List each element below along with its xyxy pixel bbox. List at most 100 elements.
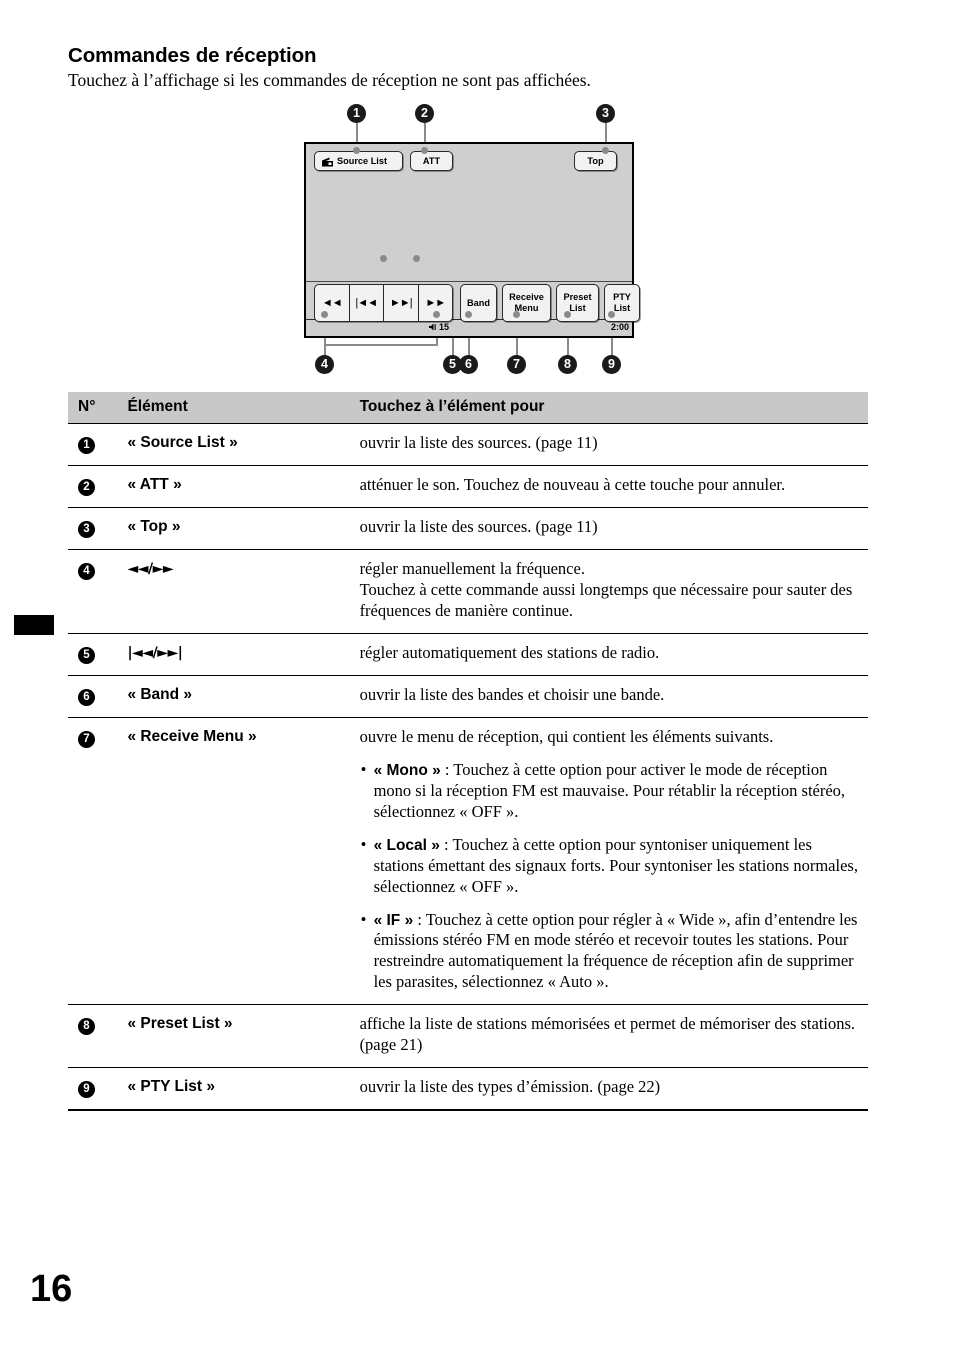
next-station-button[interactable]: ►►| bbox=[383, 285, 418, 321]
action-line: régler automatiquement des stations de r… bbox=[359, 642, 660, 662]
preset-list-label-line1: Preset bbox=[563, 292, 592, 302]
att-button[interactable]: ATT bbox=[410, 151, 453, 171]
page-number: 16 bbox=[30, 1268, 73, 1310]
row-action-cell: ouvrir la liste des sources. (page 11) bbox=[360, 424, 868, 466]
receive-controls-diagram: 1 2 3 Source List ATT Top ◄◄ |◄◄ ►►| ►► … bbox=[296, 104, 641, 382]
source-list-button[interactable]: Source List bbox=[314, 151, 403, 171]
row-number-badge: 8 bbox=[78, 1018, 95, 1036]
speaker-icon bbox=[429, 323, 436, 331]
row-action-cell: ouvrir la liste des sources. (page 11) bbox=[360, 508, 868, 550]
row-number-badge: 2 bbox=[78, 479, 95, 496]
volume-indicator: 15 bbox=[428, 322, 449, 332]
action-line: ouvre le menu de réception, qui contient… bbox=[359, 726, 774, 746]
callout-3: 3 bbox=[596, 104, 615, 123]
leader-dot-5b bbox=[412, 255, 420, 262]
row-action-cell: ouvrir la liste des types d’émission. (p… bbox=[360, 1068, 868, 1110]
action-line: Touchez à cette commande aussi longtemps… bbox=[359, 579, 853, 620]
action-bullet-item: « Mono » : Touchez à cette option pour a… bbox=[360, 760, 864, 823]
leader-dot-4a bbox=[321, 311, 328, 318]
table-row: 2 « ATT » atténuer le son. Touchez de nouv… bbox=[68, 465, 868, 508]
row-number-badge: 4 bbox=[78, 563, 95, 580]
display-divider bbox=[306, 281, 632, 282]
table-row: 1 « Source List » ouvrir la liste des sour… bbox=[68, 423, 868, 466]
clock-display: 2:00 bbox=[610, 322, 629, 332]
previous-station-button[interactable]: |◄◄ bbox=[348, 285, 384, 321]
pty-list-label-line2: List bbox=[613, 303, 631, 313]
rewind-button[interactable]: ◄◄ bbox=[315, 285, 349, 321]
leader-dot-9 bbox=[608, 311, 615, 318]
row-action-cell: ouvre le menu de réception, qui contient… bbox=[360, 717, 868, 1004]
page-subtitle: Touchez à l’affichage si les commandes d… bbox=[68, 70, 591, 90]
table-row: 5 |◄◄/►►| régler automatiquement des stati… bbox=[68, 633, 868, 675]
row-number-cell: 5 bbox=[68, 633, 127, 675]
row-number-badge: 6 bbox=[78, 688, 95, 706]
action-line: atténuer le son. Touchez de nouveau à ce… bbox=[359, 475, 786, 494]
row-element-cell: « ATT » bbox=[127, 476, 182, 493]
action-line: affiche la liste de stations mémorisées … bbox=[359, 1014, 856, 1055]
table-row: 8 « Preset List » affiche la liste de stat… bbox=[68, 1004, 868, 1068]
att-label: ATT bbox=[422, 155, 441, 166]
callout-9: 9 bbox=[602, 355, 621, 374]
row-element-cell: « Receive Menu » bbox=[127, 727, 257, 745]
source-list-label: Source List bbox=[337, 155, 388, 166]
leader-dot-8 bbox=[564, 311, 571, 318]
action-bullet-item: « Local » : Touchez à cette option pour … bbox=[360, 835, 864, 898]
table-row: 3 « Top » ouvrir la liste des sources. (pa… bbox=[68, 507, 868, 550]
leader-dot-4b bbox=[433, 311, 440, 318]
leader-dot-3 bbox=[602, 147, 609, 154]
pty-list-label-line1: PTY bbox=[613, 292, 631, 302]
table-row: 7 « Receive Menu » ouvre le menu de récept… bbox=[68, 717, 868, 1004]
top-label: Top bbox=[587, 155, 604, 166]
top-button[interactable]: Top bbox=[574, 151, 617, 171]
leader-dot-6 bbox=[465, 311, 472, 318]
radio-icon bbox=[322, 157, 333, 167]
table-header-row: N° Élément Touchez à l’élément pour bbox=[68, 392, 868, 424]
table-row: 6 « Band » ouvrir la liste des bandes et c… bbox=[68, 675, 868, 717]
row-number-badge: 9 bbox=[78, 1081, 95, 1099]
row-number-cell: 7 bbox=[68, 717, 127, 1004]
bullet-text: : Touchez à cette option pour activer le… bbox=[373, 759, 846, 821]
row-action-cell: régler automatiquement des stations de r… bbox=[360, 633, 868, 675]
table-row: 4 ◄◄/►► régler manuellement la fréquence. T… bbox=[68, 549, 868, 634]
row-action-cell: atténuer le son. Touchez de nouveau à ce… bbox=[360, 466, 868, 508]
callout-6: 6 bbox=[459, 355, 478, 374]
action-line: ouvrir la liste des sources. (page 11) bbox=[359, 433, 598, 452]
header-element: Élément bbox=[127, 398, 188, 415]
row-number-cell: 6 bbox=[68, 675, 127, 717]
bullet-text: : Touchez à cette option pour régler à «… bbox=[373, 909, 858, 992]
header-action: Touchez à l’élément pour bbox=[359, 398, 545, 415]
table-body: 1 « Source List » ouvrir la liste des sour… bbox=[68, 423, 868, 1110]
receive-menu-button[interactable]: Receive Menu bbox=[502, 284, 551, 322]
row-action-cell: affiche la liste de stations mémorisées … bbox=[360, 1005, 868, 1068]
volume-value: 15 bbox=[439, 322, 450, 332]
transport-button-group: ◄◄ |◄◄ ►►| ►► bbox=[314, 284, 453, 322]
bullet-term: « IF » bbox=[373, 911, 414, 929]
row-number-cell: 3 bbox=[68, 508, 127, 550]
table-row: 9 « PTY List » ouvrir la liste des types d… bbox=[68, 1067, 868, 1110]
row-number-cell: 4 bbox=[68, 550, 127, 634]
callout-7: 7 bbox=[507, 355, 526, 374]
header-number: N° bbox=[78, 398, 96, 415]
device-screen: Source List ATT Top ◄◄ |◄◄ ►►| ►► Band R… bbox=[304, 142, 640, 338]
row-number-cell: 9 bbox=[68, 1068, 127, 1110]
callout-1: 1 bbox=[347, 104, 366, 123]
action-line: régler manuellement la fréquence. bbox=[359, 559, 585, 578]
leader-dot-5a bbox=[379, 255, 387, 262]
bullet-text: : Touchez à cette option pour syntoniser… bbox=[373, 834, 858, 896]
preset-list-button[interactable]: Preset List bbox=[556, 284, 599, 322]
row-number-cell: 1 bbox=[68, 424, 127, 466]
page-title: Commandes de réception bbox=[68, 44, 317, 67]
row-number-badge: 1 bbox=[78, 437, 95, 454]
leader-dot-1 bbox=[353, 147, 360, 154]
callout-2: 2 bbox=[415, 104, 434, 123]
row-number-cell: 2 bbox=[68, 466, 127, 508]
row-element-cell: ◄◄/►► bbox=[127, 550, 359, 634]
leader-dot-2 bbox=[421, 147, 428, 154]
action-bullet-list: « Mono » : Touchez à cette option pour a… bbox=[360, 760, 864, 994]
transport-symbol: |◄◄/►►| bbox=[127, 644, 183, 661]
row-element-cell: « Preset List » bbox=[127, 1015, 233, 1033]
table-bottom-rule bbox=[68, 1109, 868, 1111]
edge-thumb-index-marker bbox=[14, 615, 54, 635]
row-number-badge: 3 bbox=[78, 521, 95, 538]
row-element-cell: « Band » bbox=[127, 685, 193, 703]
